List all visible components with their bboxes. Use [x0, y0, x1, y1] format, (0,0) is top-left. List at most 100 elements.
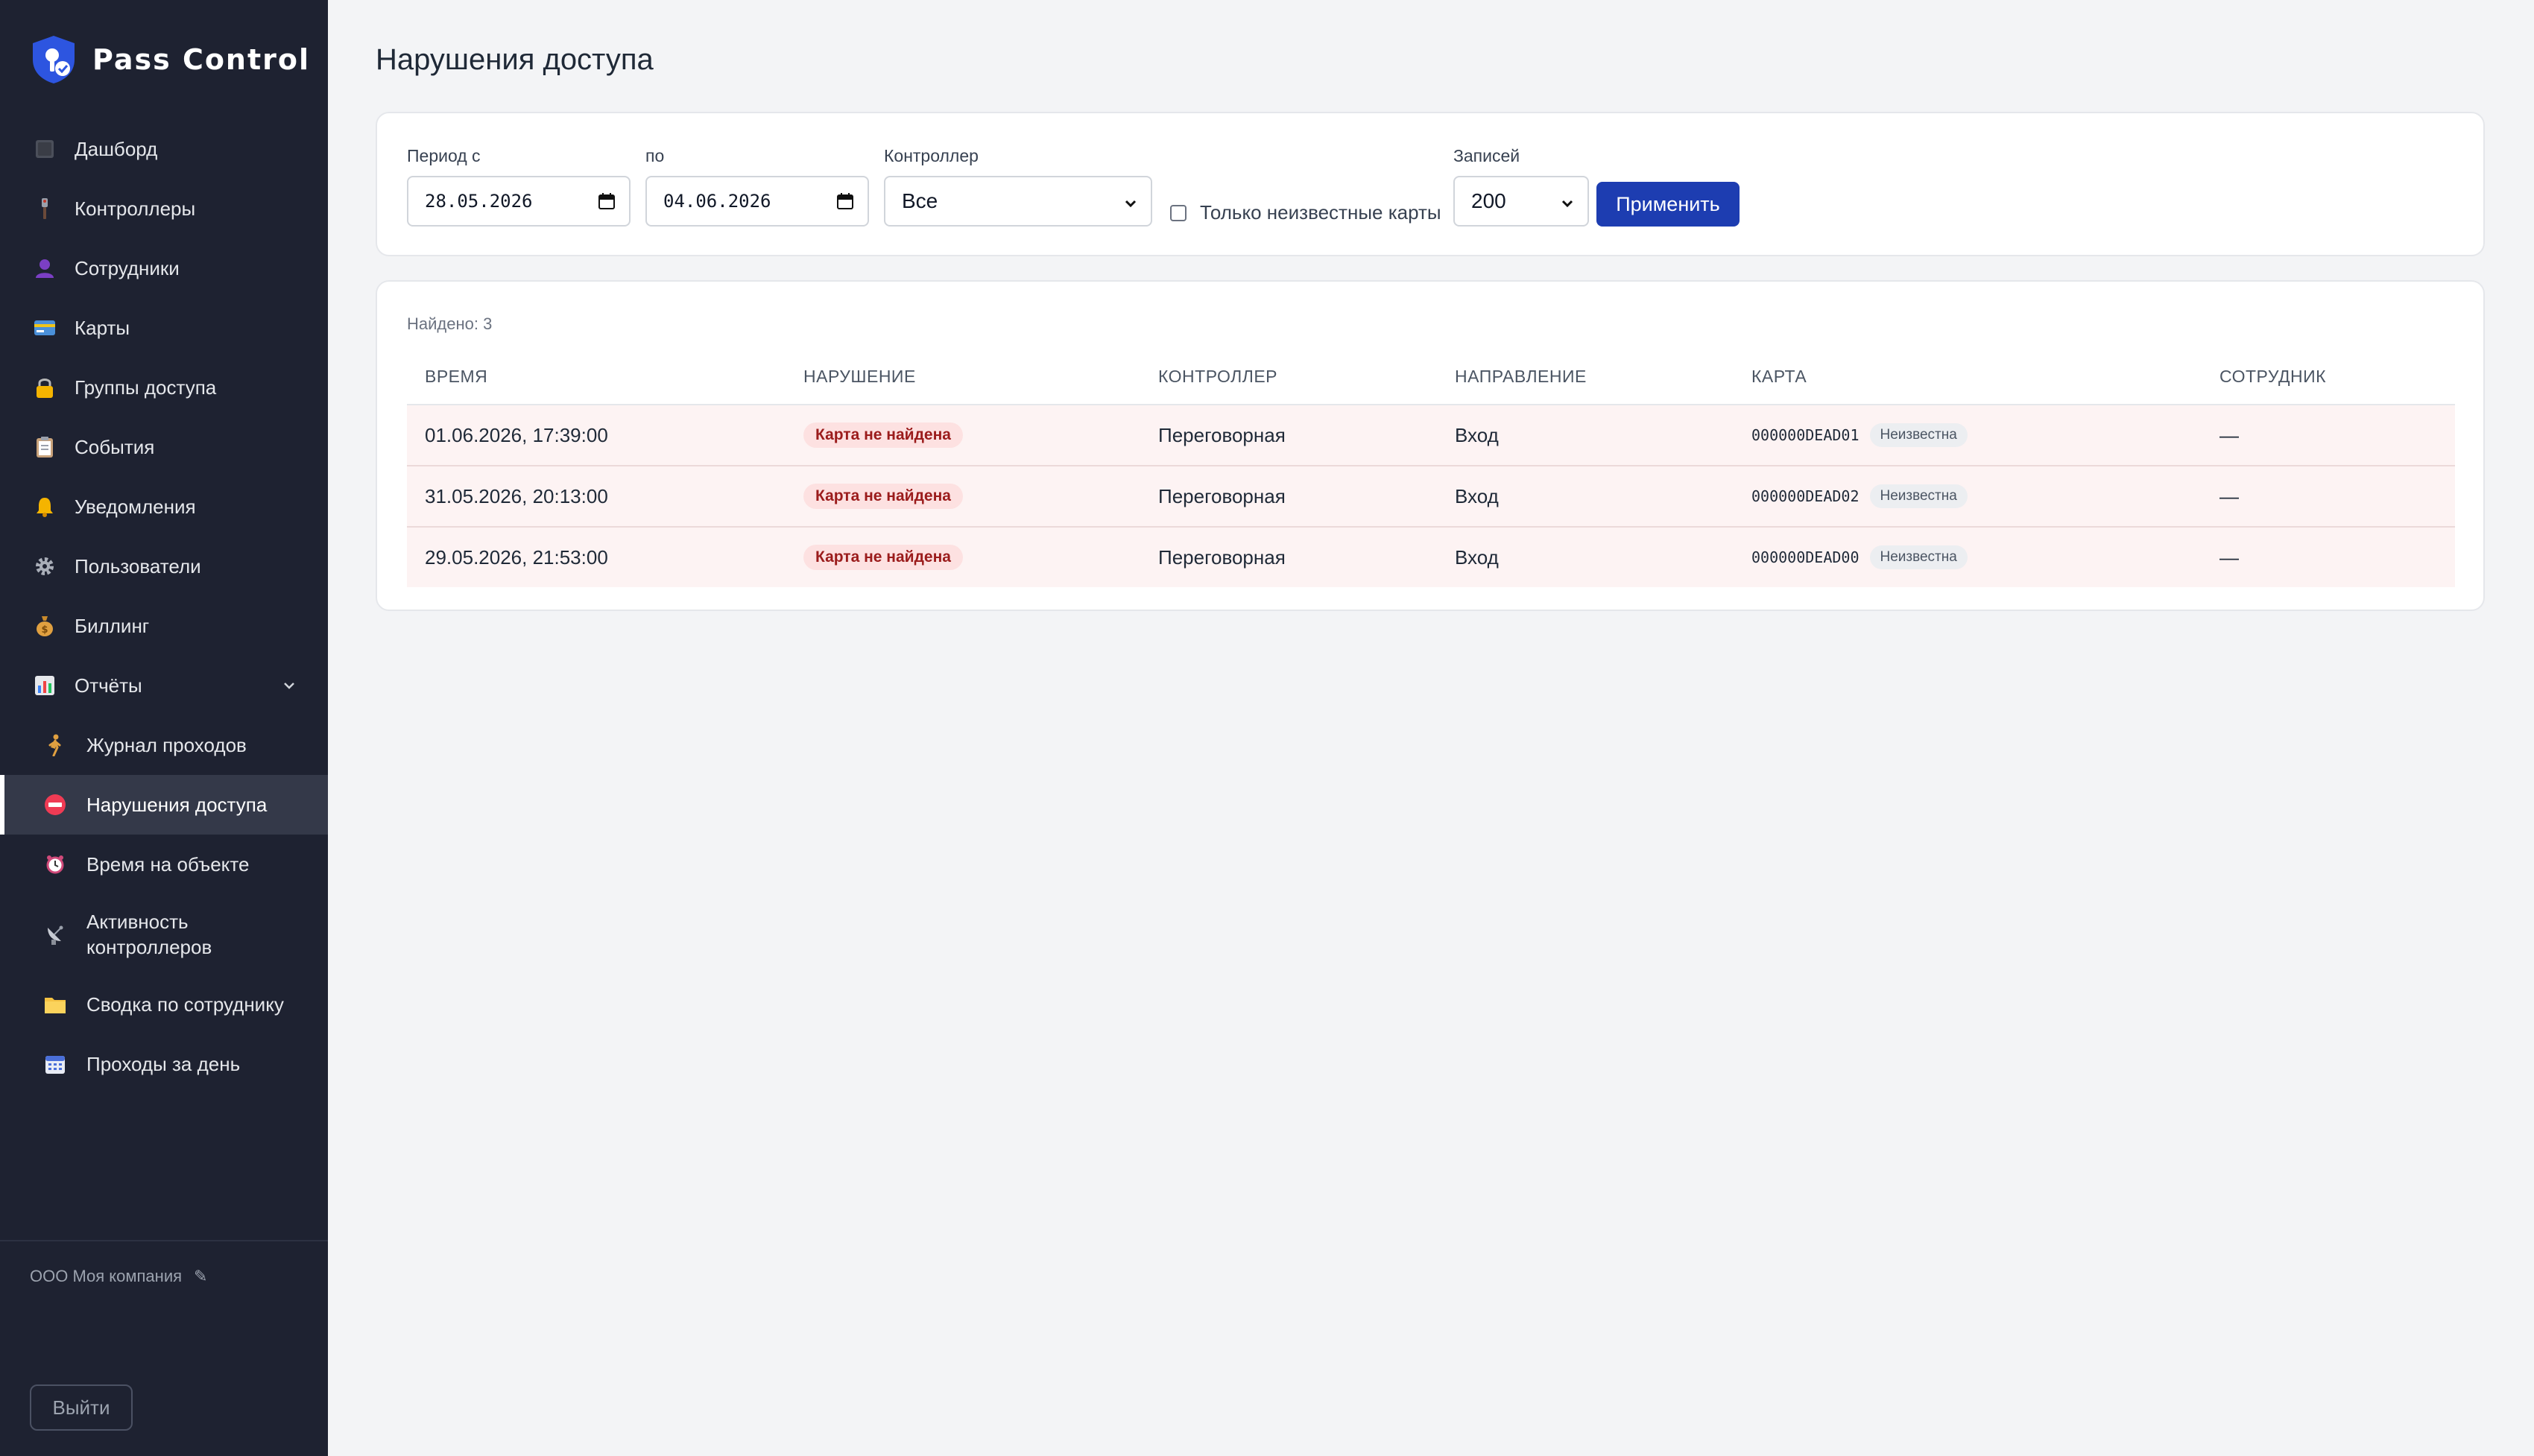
calendar-icon: [43, 1052, 67, 1076]
card-status-badge: Неизвестна: [1869, 423, 1968, 447]
sidebar-item-cards[interactable]: Карты: [0, 298, 328, 358]
table-header: ВРЕМЯ НАРУШЕНИЕ КОНТРОЛЛЕР НАПРАВЛЕНИЕ К…: [407, 349, 2455, 405]
controller-icon: [33, 197, 57, 221]
sidebar-item-daily-passes[interactable]: Проходы за день: [0, 1034, 328, 1094]
chevron-down-icon: [1561, 200, 1573, 208]
logout-button[interactable]: Выйти: [30, 1384, 133, 1431]
unknown-cards-checkbox[interactable]: [1170, 204, 1187, 221]
brand[interactable]: Pass Control: [30, 34, 310, 85]
alarm-clock-icon: [43, 852, 67, 876]
card-icon: [33, 316, 57, 340]
column-header-direction[interactable]: НАПРАВЛЕНИЕ: [1455, 367, 1587, 387]
company-info: ООО Моя компания ✎: [30, 1267, 207, 1286]
period-to-value: 04.06.2026: [663, 191, 771, 212]
unknown-cards-label[interactable]: Только неизвестные карты: [1200, 201, 1441, 224]
cell-controller: Переговорная: [1158, 545, 1286, 569]
sidebar-item-users[interactable]: Пользователи: [0, 536, 328, 596]
sidebar-nav: Дашборд Контроллеры Сотрудники Карты Гру…: [0, 119, 328, 1094]
user-icon: [33, 256, 57, 280]
card-status-badge: Неизвестна: [1869, 484, 1968, 508]
period-to-label: по: [645, 146, 665, 165]
sidebar-item-label: Отчёты: [75, 674, 142, 697]
period-from-label: Период с: [407, 146, 481, 165]
table-row[interactable]: 01.06.2026, 17:39:00 Карта не найдена Пе…: [407, 405, 2455, 466]
controller-select[interactable]: Все: [884, 176, 1152, 227]
results-count: Найдено: 3: [407, 314, 493, 333]
cell-employee: —: [2219, 545, 2239, 569]
cell-employee: —: [2219, 484, 2239, 507]
period-from-input[interactable]: 28.05.2026: [407, 176, 631, 227]
app: Pass Control Дашборд Контроллеры Сотрудн…: [0, 0, 2534, 1456]
sidebar-item-label: Журнал проходов: [86, 733, 247, 756]
cell-employee: —: [2219, 423, 2239, 446]
sidebar-item-controller-activity[interactable]: Активность контроллеров: [0, 894, 328, 975]
sidebar-item-employees[interactable]: Сотрудники: [0, 238, 328, 298]
cell-card: 000000DEAD00 Неизвестна: [1751, 528, 1968, 587]
cell-time: 29.05.2026, 21:53:00: [425, 545, 608, 569]
sidebar-item-billing[interactable]: $ Биллинг: [0, 596, 328, 656]
svg-text:$: $: [41, 624, 48, 636]
sidebar-item-label: Время на объекте: [86, 852, 250, 876]
bar-chart-icon: [33, 674, 57, 697]
sidebar-item-time-on-site[interactable]: Время на объекте: [0, 835, 328, 894]
apply-button[interactable]: Применить: [1596, 182, 1740, 227]
sidebar-item-access-violations[interactable]: Нарушения доступа: [0, 775, 328, 835]
cell-violation: Карта не найдена: [803, 466, 963, 526]
sidebar-item-label: Пользователи: [75, 554, 201, 577]
cell-card: 000000DEAD02 Неизвестна: [1751, 466, 1968, 526]
sidebar-item-reports[interactable]: Отчёты: [0, 656, 328, 715]
sidebar-item-label: События: [75, 435, 155, 458]
violations-table: ВРЕМЯ НАРУШЕНИЕ КОНТРОЛЛЕР НАПРАВЛЕНИЕ К…: [407, 349, 2455, 587]
edit-icon[interactable]: ✎: [194, 1267, 207, 1286]
column-header-violation[interactable]: НАРУШЕНИЕ: [803, 367, 916, 387]
sidebar-item-notifications[interactable]: Уведомления: [0, 477, 328, 536]
no-entry-icon: [43, 793, 67, 817]
period-to-input[interactable]: 04.06.2026: [645, 176, 869, 227]
chevron-down-icon[interactable]: [279, 675, 300, 696]
bell-icon: [33, 495, 57, 519]
folder-icon: [43, 993, 67, 1016]
sidebar-item-label: Проходы за день: [86, 1052, 241, 1075]
sidebar-item-label: Дашборд: [75, 137, 158, 160]
unknown-cards-filter[interactable]: Только неизвестные карты: [1170, 201, 1441, 224]
filter-panel: Период с 28.05.2026 по 04.06.2026 Контро…: [376, 112, 2485, 256]
sidebar-item-events[interactable]: События: [0, 417, 328, 477]
card-number: 000000DEAD01: [1751, 426, 1860, 444]
cell-time: 01.06.2026, 17:39:00: [425, 423, 608, 446]
app-name: Pass Control: [92, 43, 311, 76]
period-from-value: 28.05.2026: [425, 191, 533, 212]
calendar-picker-icon[interactable]: [598, 192, 616, 210]
column-header-time[interactable]: ВРЕМЯ: [425, 367, 487, 387]
sidebar-item-label: Контроллеры: [75, 197, 196, 220]
column-header-controller[interactable]: КОНТРОЛЛЕР: [1158, 367, 1277, 387]
sidebar-item-pass-journal[interactable]: Журнал проходов: [0, 715, 328, 775]
satellite-dish-icon: [43, 922, 67, 946]
table-row[interactable]: 31.05.2026, 20:13:00 Карта не найдена Пе…: [407, 466, 2455, 528]
sidebar-item-label: Биллинг: [75, 614, 150, 637]
card-number: 000000DEAD00: [1751, 548, 1860, 566]
gear-icon: [33, 554, 57, 578]
sidebar-item-access-groups[interactable]: Группы доступа: [0, 358, 328, 417]
cell-violation: Карта не найдена: [803, 528, 963, 587]
cell-direction: Вход: [1455, 484, 1499, 507]
sidebar-item-label: Активность контроллеров: [86, 911, 212, 958]
sidebar-item-controllers[interactable]: Контроллеры: [0, 179, 328, 238]
cell-violation: Карта не найдена: [803, 405, 963, 465]
lock-icon: [33, 376, 57, 399]
sidebar-item-employee-summary[interactable]: Сводка по сотруднику: [0, 975, 328, 1034]
sidebar-item-dashboard[interactable]: Дашборд: [0, 119, 328, 179]
dashboard-icon: [33, 137, 57, 161]
calendar-picker-icon[interactable]: [836, 192, 854, 210]
records-label: Записей: [1453, 146, 1520, 165]
records-select[interactable]: 200: [1453, 176, 1589, 227]
sidebar-item-label: Группы доступа: [75, 376, 217, 399]
sidebar-divider: [0, 1240, 328, 1241]
column-header-card[interactable]: КАРТА: [1751, 367, 1807, 387]
column-header-employee[interactable]: СОТРУДНИК: [2219, 367, 2326, 387]
cell-controller: Переговорная: [1158, 423, 1286, 446]
page-title: Нарушения доступа: [376, 43, 654, 76]
cell-controller: Переговорная: [1158, 484, 1286, 507]
violation-badge: Карта не найдена: [803, 484, 963, 509]
table-row[interactable]: 29.05.2026, 21:53:00 Карта не найдена Пе…: [407, 528, 2455, 587]
results-panel: Найдено: 3 ВРЕМЯ НАРУШЕНИЕ КОНТРОЛЛЕР НА…: [376, 280, 2485, 611]
